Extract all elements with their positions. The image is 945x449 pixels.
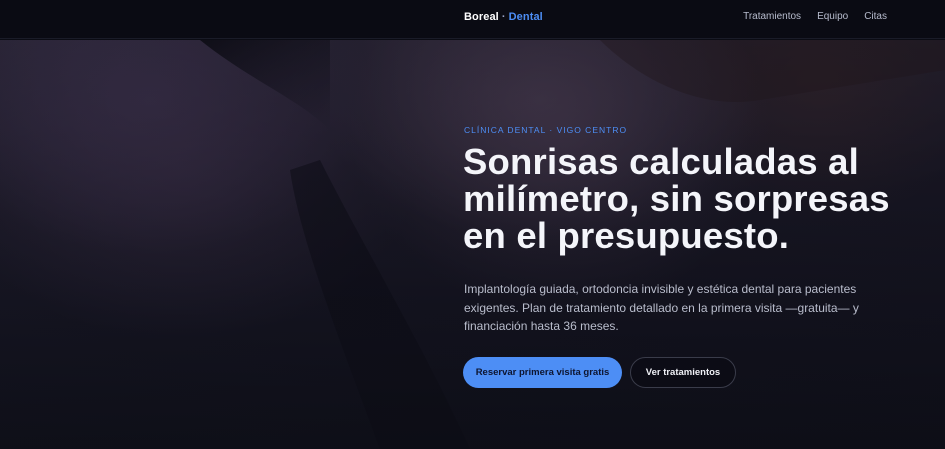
main-nav: Tratamientos Equipo Citas	[743, 11, 887, 22]
view-treatments-button[interactable]: Ver tratamientos	[630, 357, 736, 388]
brand-name-secondary: Dental	[508, 11, 543, 23]
nav-link-citas[interactable]: Citas	[864, 11, 887, 22]
book-first-visit-button[interactable]: Reservar primera visita gratis	[463, 357, 622, 388]
hero-description: Implantología guiada, ortodoncia invisib…	[464, 282, 859, 333]
nav-link-tratamientos[interactable]: Tratamientos	[743, 11, 801, 22]
nav-link-equipo[interactable]: Equipo	[817, 11, 848, 22]
hero-headline: Sonrisas calculadas al milímetro, sin so…	[463, 141, 890, 256]
hero-section: CLÍNICA DENTAL · VIGO CENTRO Sonrisas ca…	[0, 40, 945, 449]
brand-logo[interactable]: Boreal · Dental	[464, 11, 543, 23]
top-navbar: Boreal · Dental Tratamientos Equipo Citas	[0, 0, 945, 39]
hero-eyebrow: CLÍNICA DENTAL · VIGO CENTRO	[464, 125, 628, 135]
brand-name-primary: Boreal	[464, 11, 499, 23]
brand-separator: ·	[501, 11, 506, 23]
